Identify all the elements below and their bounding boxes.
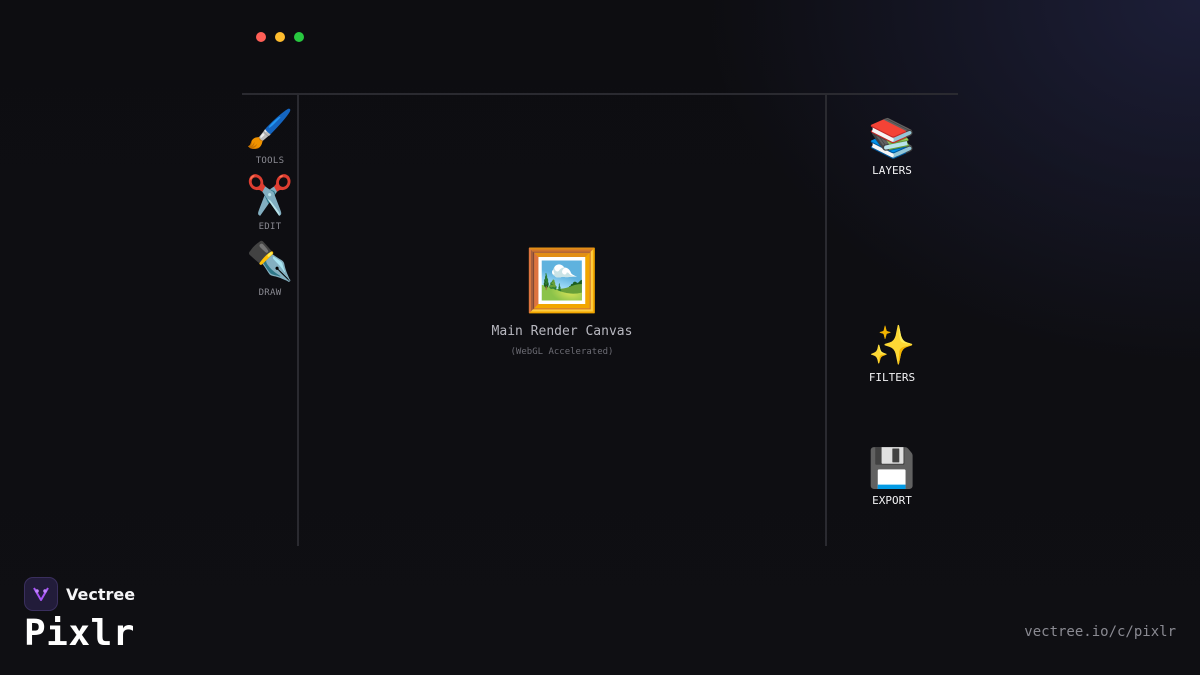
tool-tools-label: TOOLS [255,156,285,166]
panel-layers-label: LAYERS [872,164,912,177]
brand-block: Vectree Pixlr [24,577,135,654]
footer-url: vectree.io/c/pixlr [1024,624,1176,640]
sparkles-icon: ✨ [868,323,916,367]
tool-draw-label: DRAW [258,288,282,298]
panel-filters[interactable]: ✨ FILTERS [852,321,932,384]
canvas-title: Main Render Canvas [491,324,633,339]
maximize-window-button[interactable] [294,32,304,42]
product-name: Pixlr [24,613,135,654]
window-controls [256,32,304,42]
scissors-icon: ✂️ [246,173,294,217]
tool-tools[interactable]: 🖌️ TOOLS [242,104,298,166]
paintbrush-icon: 🖌️ [246,107,294,151]
canvas-subtitle: (WebGL Accelerated) [510,347,614,357]
panel-export[interactable]: 💾 EXPORT [852,444,932,507]
tool-draw[interactable]: ✒️ DRAW [242,236,298,298]
company-name: Vectree [66,584,136,604]
panel-layers[interactable]: 📚 LAYERS [852,114,932,177]
close-window-button[interactable] [256,32,266,42]
books-icon: 📚 [868,116,916,160]
panel-export-label: EXPORT [872,494,912,507]
framed-picture-icon: 🖼️ [524,246,600,316]
tool-edit-label: EDIT [258,222,282,232]
tool-edit[interactable]: ✂️ EDIT [242,170,298,232]
pen-nib-icon: ✒️ [246,239,294,283]
panel-filters-label: FILTERS [868,371,916,384]
minimize-window-button[interactable] [275,32,285,42]
floppy-disk-icon: 💾 [868,446,916,490]
main-render-canvas[interactable]: 🖼️ Main Render Canvas (WebGL Accelerated… [462,246,662,357]
right-panel-divider [825,95,827,546]
vectree-logo-icon [24,577,58,611]
toolbar-divider [242,93,958,95]
